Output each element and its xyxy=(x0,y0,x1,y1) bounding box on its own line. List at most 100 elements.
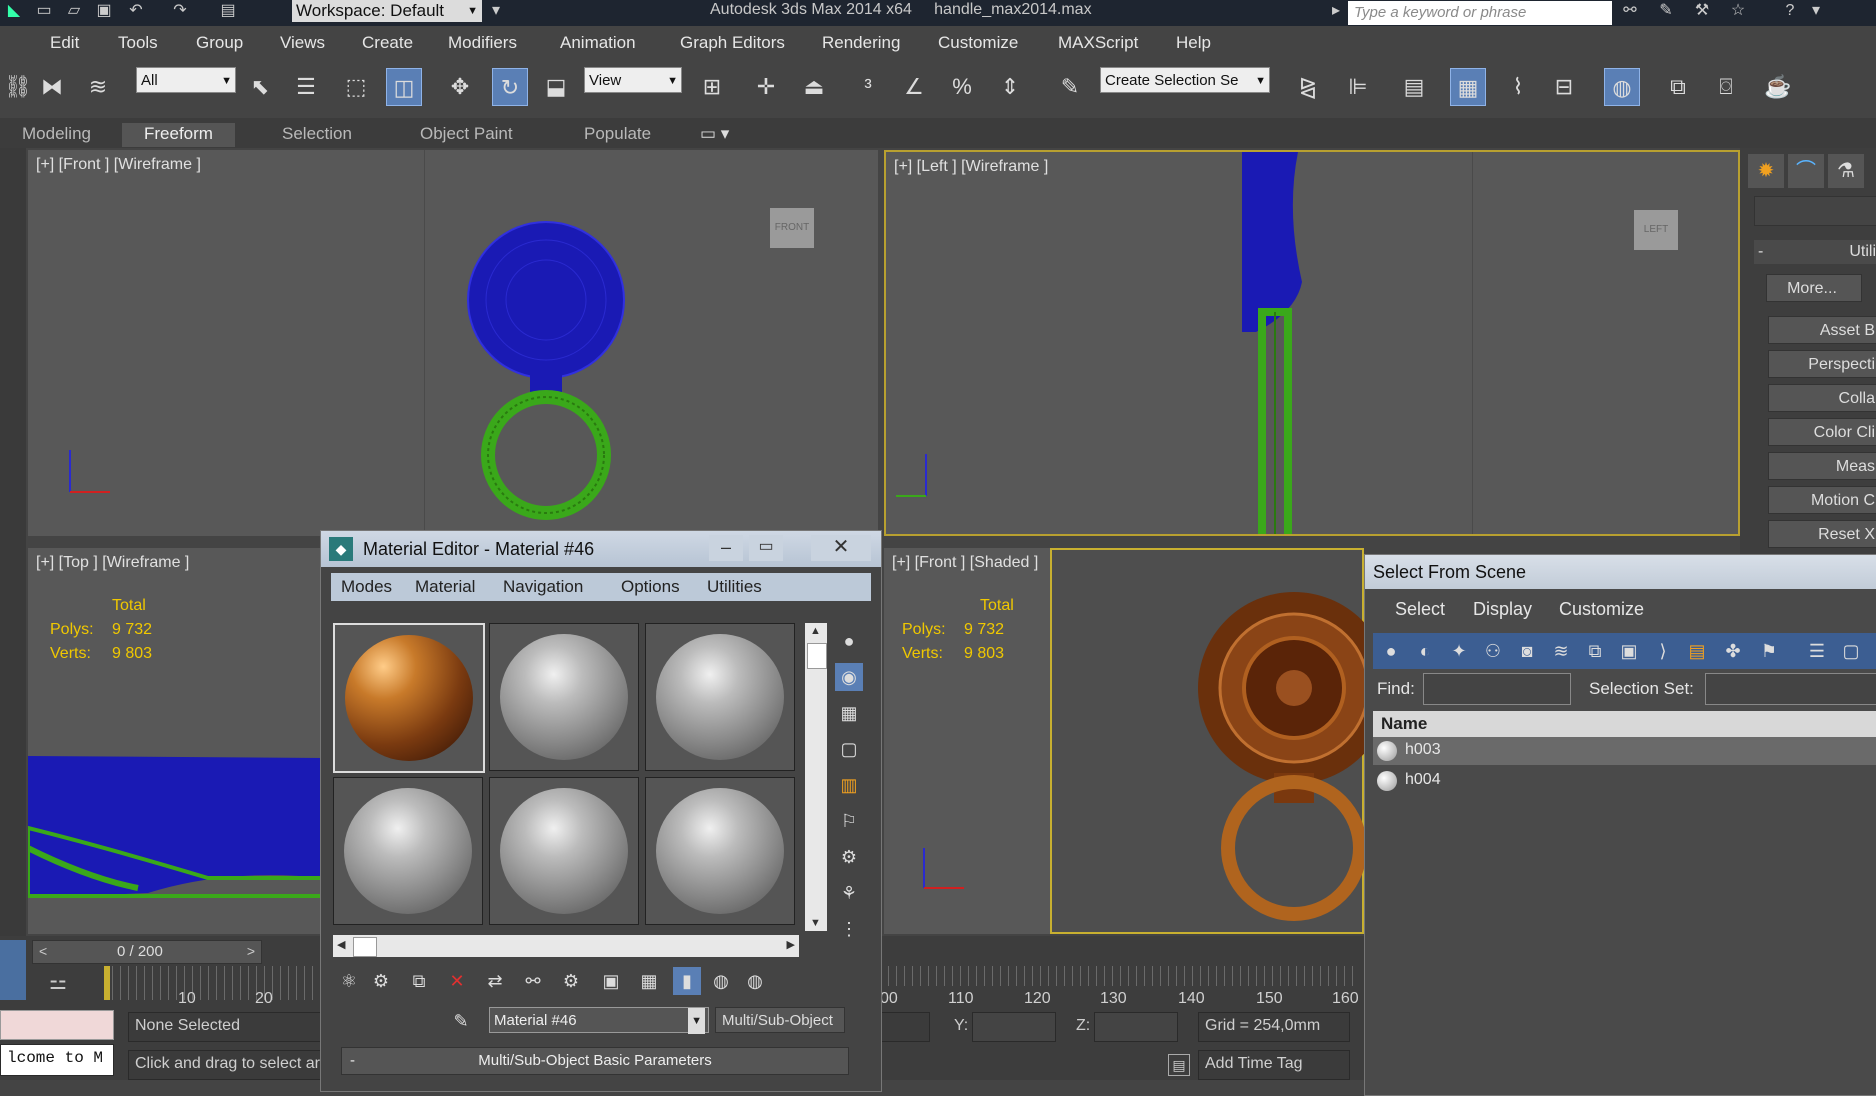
select-object-icon[interactable]: ⬉ xyxy=(242,68,278,106)
tab-modeling[interactable]: Modeling xyxy=(22,123,91,147)
more-button[interactable]: More... xyxy=(1766,274,1862,302)
material-editor-icon[interactable]: ◍ xyxy=(1604,68,1640,106)
close-button[interactable]: ✕ xyxy=(811,535,871,561)
select-from-scene-titlebar[interactable]: Select From Scene xyxy=(1365,555,1876,589)
rotate-icon[interactable]: ↻ xyxy=(492,68,528,106)
display-none-icon[interactable]: ▢ xyxy=(1837,637,1865,665)
curve-editor-icon[interactable]: ⌇ xyxy=(1500,68,1536,106)
save-icon[interactable]: ▣ xyxy=(94,2,114,20)
bind-spacewarp-icon[interactable]: ≋ xyxy=(80,68,116,106)
scale-icon[interactable]: ⬓ xyxy=(538,68,574,106)
material-slot-1[interactable] xyxy=(333,623,485,773)
material-slot-2[interactable] xyxy=(489,623,639,771)
menu-display[interactable]: Display xyxy=(1473,599,1532,620)
slots-vertical-scrollbar[interactable]: ▲ ▼ xyxy=(805,623,827,931)
menu-graph-editors[interactable]: Graph Editors xyxy=(680,33,785,53)
render-production-icon[interactable]: ☕ xyxy=(1760,68,1796,106)
background-checker-icon[interactable]: ▦ xyxy=(835,699,863,727)
hierarchy-tab-icon[interactable]: ⚗ xyxy=(1828,154,1864,188)
x-coordinate-field[interactable] xyxy=(880,1012,930,1042)
time-slider[interactable]: < 0 / 200 > xyxy=(32,940,262,964)
find-input[interactable] xyxy=(1423,673,1571,705)
display-all-icon[interactable]: ☰ xyxy=(1803,637,1831,665)
sample-type-icon[interactable]: ● xyxy=(835,627,863,655)
get-material-icon[interactable]: ⚛ xyxy=(335,967,363,995)
material-editor-titlebar[interactable]: ◆ Material Editor - Material #46 – ▭ ✕ xyxy=(321,531,881,567)
keyboard-shortcut-icon[interactable]: ⏏ xyxy=(796,68,832,106)
minimize-button[interactable]: – xyxy=(709,535,743,561)
angle-snap-icon[interactable]: ∠ xyxy=(896,68,932,106)
z-coordinate-field[interactable] xyxy=(1094,1012,1178,1042)
link-icon[interactable]: ⛓ xyxy=(0,68,36,106)
display-geometry-icon[interactable]: ● xyxy=(1377,637,1405,665)
collapse-button[interactable]: Colla xyxy=(1768,384,1876,412)
schematic-view-icon[interactable]: ⊟ xyxy=(1546,68,1582,106)
selection-set-dropdown[interactable] xyxy=(1705,673,1876,705)
track-bar-right[interactable] xyxy=(880,966,1360,986)
put-to-library-icon[interactable]: ⚯ xyxy=(519,967,547,995)
display-hidden-icon[interactable]: ⚑ xyxy=(1755,637,1783,665)
display-containers-icon[interactable]: ▤ xyxy=(1683,637,1711,665)
tools-icon[interactable]: ✎ xyxy=(1656,2,1676,20)
options-icon[interactable]: ⚙ xyxy=(835,843,863,871)
menu-maxscript[interactable]: MAXScript xyxy=(1058,33,1138,53)
mirror-icon[interactable]: ⧎ xyxy=(1290,68,1326,106)
display-bones-icon[interactable]: ⟩ xyxy=(1649,637,1677,665)
column-header-name[interactable]: Name xyxy=(1373,711,1876,737)
selection-filter-dropdown[interactable]: All ▼ xyxy=(136,67,236,93)
viewport-front-wireframe[interactable]: [+] [Front ] [Wireframe ] FRONT xyxy=(28,150,878,536)
maximize-button[interactable]: ▭ xyxy=(749,535,783,561)
y-coordinate-field[interactable] xyxy=(972,1012,1056,1042)
menu-modes[interactable]: Modes xyxy=(341,577,392,597)
rendered-frame-icon[interactable]: ⌼ xyxy=(1708,68,1744,106)
display-lights-icon[interactable]: ✦ xyxy=(1445,637,1473,665)
reference-coordinate-dropdown[interactable]: View ▼ xyxy=(584,67,682,93)
display-groups-icon[interactable]: ⧉ xyxy=(1581,637,1609,665)
search-input[interactable]: Type a keyword or phrase xyxy=(1348,1,1612,25)
viewport-top-wireframe[interactable]: [+] [Top ] [Wireframe ] Total Polys: 9 7… xyxy=(28,548,324,934)
add-time-tag[interactable]: Add Time Tag xyxy=(1198,1050,1350,1080)
menu-tools[interactable]: Tools xyxy=(118,33,158,53)
tab-freeform[interactable]: Freeform xyxy=(122,123,235,147)
viewcube-front[interactable]: FRONT xyxy=(770,208,814,248)
workspace-dropdown[interactable]: Workspace: Default ▼ xyxy=(292,0,482,22)
menu-customize[interactable]: Customize xyxy=(1559,599,1644,620)
ribbon-options-icon[interactable]: ▭ ▾ xyxy=(700,123,729,147)
select-by-material-icon[interactable]: ⚘ xyxy=(835,879,863,907)
menu-navigation[interactable]: Navigation xyxy=(503,577,583,597)
multi-sub-object-rollout[interactable]: - Multi/Sub-Object Basic Parameters xyxy=(341,1047,849,1075)
track-bar-left[interactable] xyxy=(104,966,324,1000)
align-icon[interactable]: ⊫ xyxy=(1340,68,1376,106)
asset-browser-button[interactable]: Asset B xyxy=(1768,316,1876,344)
create-tab-icon[interactable]: ✹ xyxy=(1748,154,1784,188)
measure-button[interactable]: Meas xyxy=(1768,452,1876,480)
video-color-check-icon[interactable]: ▥ xyxy=(835,771,863,799)
snaps-toggle-icon[interactable]: ³ xyxy=(850,68,886,106)
menu-group[interactable]: Group xyxy=(196,33,243,53)
assign-material-icon[interactable]: ⧉ xyxy=(405,967,433,995)
tab-selection[interactable]: Selection xyxy=(282,123,352,147)
tab-object-paint[interactable]: Object Paint xyxy=(420,123,513,147)
make-unique-icon[interactable]: ⇄ xyxy=(481,967,509,995)
backlight-icon[interactable]: ◉ xyxy=(835,663,863,691)
viewport-front-shaded[interactable]: [+] [Front ] [Shaded ] Total Polys: 9 73… xyxy=(884,548,1364,934)
go-to-parent-icon[interactable]: ▮ xyxy=(673,967,701,995)
pick-material-icon[interactable]: ◍ xyxy=(741,967,769,995)
display-shapes-icon[interactable]: ◐ xyxy=(1411,637,1439,665)
utilities-rollout-header[interactable]: - Utili xyxy=(1754,240,1876,264)
project-icon[interactable]: ▤ xyxy=(218,2,238,20)
go-forward-sibling-icon[interactable]: ◍ xyxy=(707,967,735,995)
menu-modifiers[interactable]: Modifiers xyxy=(448,33,517,53)
menu-help[interactable]: Help xyxy=(1176,33,1211,53)
material-map-navigator-icon[interactable]: ⋮ xyxy=(835,915,863,943)
material-id-channel-icon[interactable]: ⚙ xyxy=(557,967,585,995)
display-helpers-icon[interactable]: ◙ xyxy=(1513,637,1541,665)
select-manipulate-icon[interactable]: ✛ xyxy=(748,68,784,106)
move-icon[interactable]: ✥ xyxy=(442,68,478,106)
unlink-icon[interactable]: ⧓ xyxy=(34,68,70,106)
reset-xform-button[interactable]: Reset X xyxy=(1768,520,1876,548)
viewport-left-wireframe[interactable]: [+] [Left ] [Wireframe ] LEFT xyxy=(884,150,1740,536)
time-marker[interactable] xyxy=(104,966,110,1000)
material-name-dropdown[interactable]: Material #46 ▼ xyxy=(489,1007,709,1034)
menu-rendering[interactable]: Rendering xyxy=(822,33,900,53)
